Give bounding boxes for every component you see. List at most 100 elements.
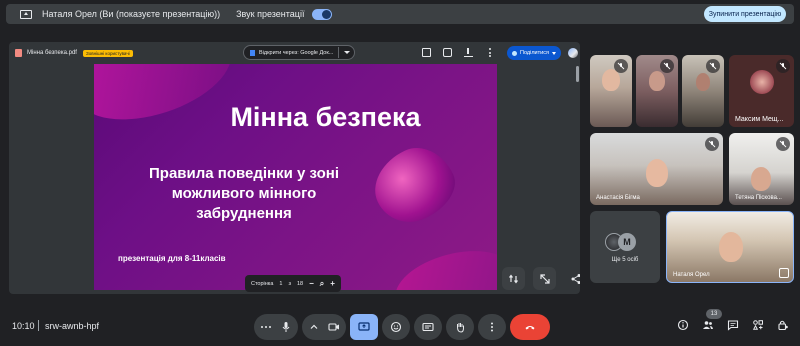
participant-tile[interactable] <box>636 55 678 127</box>
more-vert-icon <box>491 322 493 332</box>
closed-captions-icon <box>422 322 434 332</box>
mic-off-icon <box>776 59 790 73</box>
mic-off-icon <box>705 137 719 151</box>
video-control-group <box>302 314 346 340</box>
reactions-button[interactable] <box>382 314 410 340</box>
participant-video <box>649 71 665 91</box>
participant-name: Наталя Орел <box>673 272 710 278</box>
person-icon <box>512 50 517 56</box>
participant-video <box>696 73 710 91</box>
pdf-file-name: Мінна безпека.pdf <box>27 50 77 56</box>
lock-person-icon <box>778 320 788 331</box>
present-screen-icon <box>358 322 370 331</box>
page-number-input[interactable]: 1 <box>279 281 282 287</box>
more-participants-label: Ще 5 осіб <box>611 257 639 263</box>
call-controls <box>254 314 550 340</box>
presentation-sound-label: Звук презентації <box>236 9 305 19</box>
pdf-tools <box>422 48 494 57</box>
participant-video <box>751 167 771 191</box>
participant-tile[interactable] <box>590 55 632 127</box>
page-label: Сторінка <box>251 280 274 287</box>
participant-tile[interactable]: Максим Мещ... <box>729 55 794 127</box>
share-link-button[interactable] <box>564 267 580 290</box>
swap-view-button[interactable] <box>502 267 525 290</box>
participant-tile[interactable] <box>682 55 724 127</box>
self-view-tile[interactable]: Наталя Орел <box>666 211 794 283</box>
host-controls-button[interactable] <box>776 318 790 332</box>
banner-title: Наталя Орел (Ви (показуєте презентацію)) <box>42 9 221 19</box>
shapes-icon <box>752 320 763 330</box>
side-panel-controls <box>676 318 790 332</box>
shared-screen: Мінна безпека.pdf Зовнішні користувачі В… <box>9 42 580 294</box>
pin-icon[interactable] <box>779 268 789 278</box>
mic-off-icon <box>660 59 674 73</box>
chevron-down-icon[interactable] <box>344 51 351 54</box>
share-file-button[interactable]: Поділитися <box>507 46 561 60</box>
comment-icon[interactable] <box>422 48 431 57</box>
camera-icon[interactable] <box>328 321 340 333</box>
more-horiz-icon[interactable] <box>260 321 272 333</box>
chevron-up-icon[interactable] <box>308 321 320 333</box>
participant-tile[interactable]: Тетяна Піскова... <box>729 133 794 205</box>
pdf-file-icon <box>15 49 22 57</box>
open-with-label: Відкрити через: Google Док... <box>259 49 334 56</box>
more-participants-tile[interactable]: M Ще 5 осіб <box>590 211 660 283</box>
google-docs-icon <box>250 49 255 56</box>
mic-icon[interactable] <box>280 321 292 333</box>
call-end-icon <box>525 326 535 330</box>
share-icon <box>571 273 580 284</box>
account-avatar[interactable] <box>568 48 578 58</box>
participant-video <box>719 232 743 262</box>
scrollbar[interactable] <box>576 66 579 82</box>
page-total: 18 <box>297 280 304 287</box>
more-options-button[interactable] <box>478 314 506 340</box>
slide-subtitle: Правила поведінки у зоні можливого мінно… <box>149 165 339 222</box>
expand-icon <box>539 273 550 284</box>
decorative-blob <box>362 136 466 234</box>
participant-name: Максим Мещ... <box>735 116 784 123</box>
participant-name: Тетяна Піскова... <box>735 195 782 201</box>
shared-screen-actions <box>502 267 580 290</box>
meeting-code: srw-awnb-hpf <box>45 321 100 331</box>
swap-icon <box>508 274 518 283</box>
zoom-search-icon[interactable]: ⌕ <box>320 279 324 289</box>
people-button[interactable] <box>701 318 715 332</box>
participant-avatar: M <box>618 233 636 251</box>
clock: 10:10 <box>12 321 35 331</box>
more-vert-icon[interactable] <box>485 48 494 57</box>
page-navigation: Сторінка 1 з 18 − ⌕ + <box>245 275 341 292</box>
raise-hand-button[interactable] <box>446 314 474 340</box>
present-screen-icon <box>20 9 32 19</box>
download-icon[interactable] <box>464 48 473 57</box>
share-button-label: Поділитися <box>520 50 549 56</box>
mic-off-icon <box>776 137 790 151</box>
mic-off-icon <box>614 59 628 73</box>
leave-call-button[interactable] <box>510 314 550 340</box>
presentation-slide: Мінна безпека Правила поведінки у зоні м… <box>94 64 497 290</box>
slide-title: Мінна безпека <box>230 102 421 132</box>
fullscreen-button[interactable] <box>533 267 556 290</box>
present-now-button[interactable] <box>350 314 378 340</box>
mic-off-icon <box>706 59 720 73</box>
captions-button[interactable] <box>414 314 442 340</box>
external-users-tag: Зовнішні користувачі <box>82 49 133 57</box>
participant-video <box>646 159 668 187</box>
participant-avatar <box>750 70 774 94</box>
chat-button[interactable] <box>726 318 740 332</box>
emoji-icon <box>390 321 402 333</box>
hand-icon <box>457 323 464 333</box>
stop-presenting-button[interactable]: Зупинити презентацію <box>704 6 786 22</box>
zoom-in-icon[interactable]: + <box>330 279 335 288</box>
chat-icon <box>727 320 739 331</box>
zoom-out-icon[interactable]: − <box>309 279 314 288</box>
meeting-details-button[interactable] <box>676 318 690 332</box>
print-icon[interactable] <box>443 48 452 57</box>
presentation-sound-toggle[interactable] <box>312 8 333 20</box>
page-of-label: з <box>288 280 291 287</box>
activities-button[interactable] <box>751 318 765 332</box>
audio-control-group <box>254 314 298 340</box>
participant-tile[interactable]: Анастасія Бігма <box>590 133 723 205</box>
open-with-button[interactable]: Відкрити через: Google Док... <box>243 45 356 60</box>
presenting-banner: Наталя Орел (Ви (показуєте презентацію))… <box>6 4 794 24</box>
decorative-shape <box>388 239 497 290</box>
